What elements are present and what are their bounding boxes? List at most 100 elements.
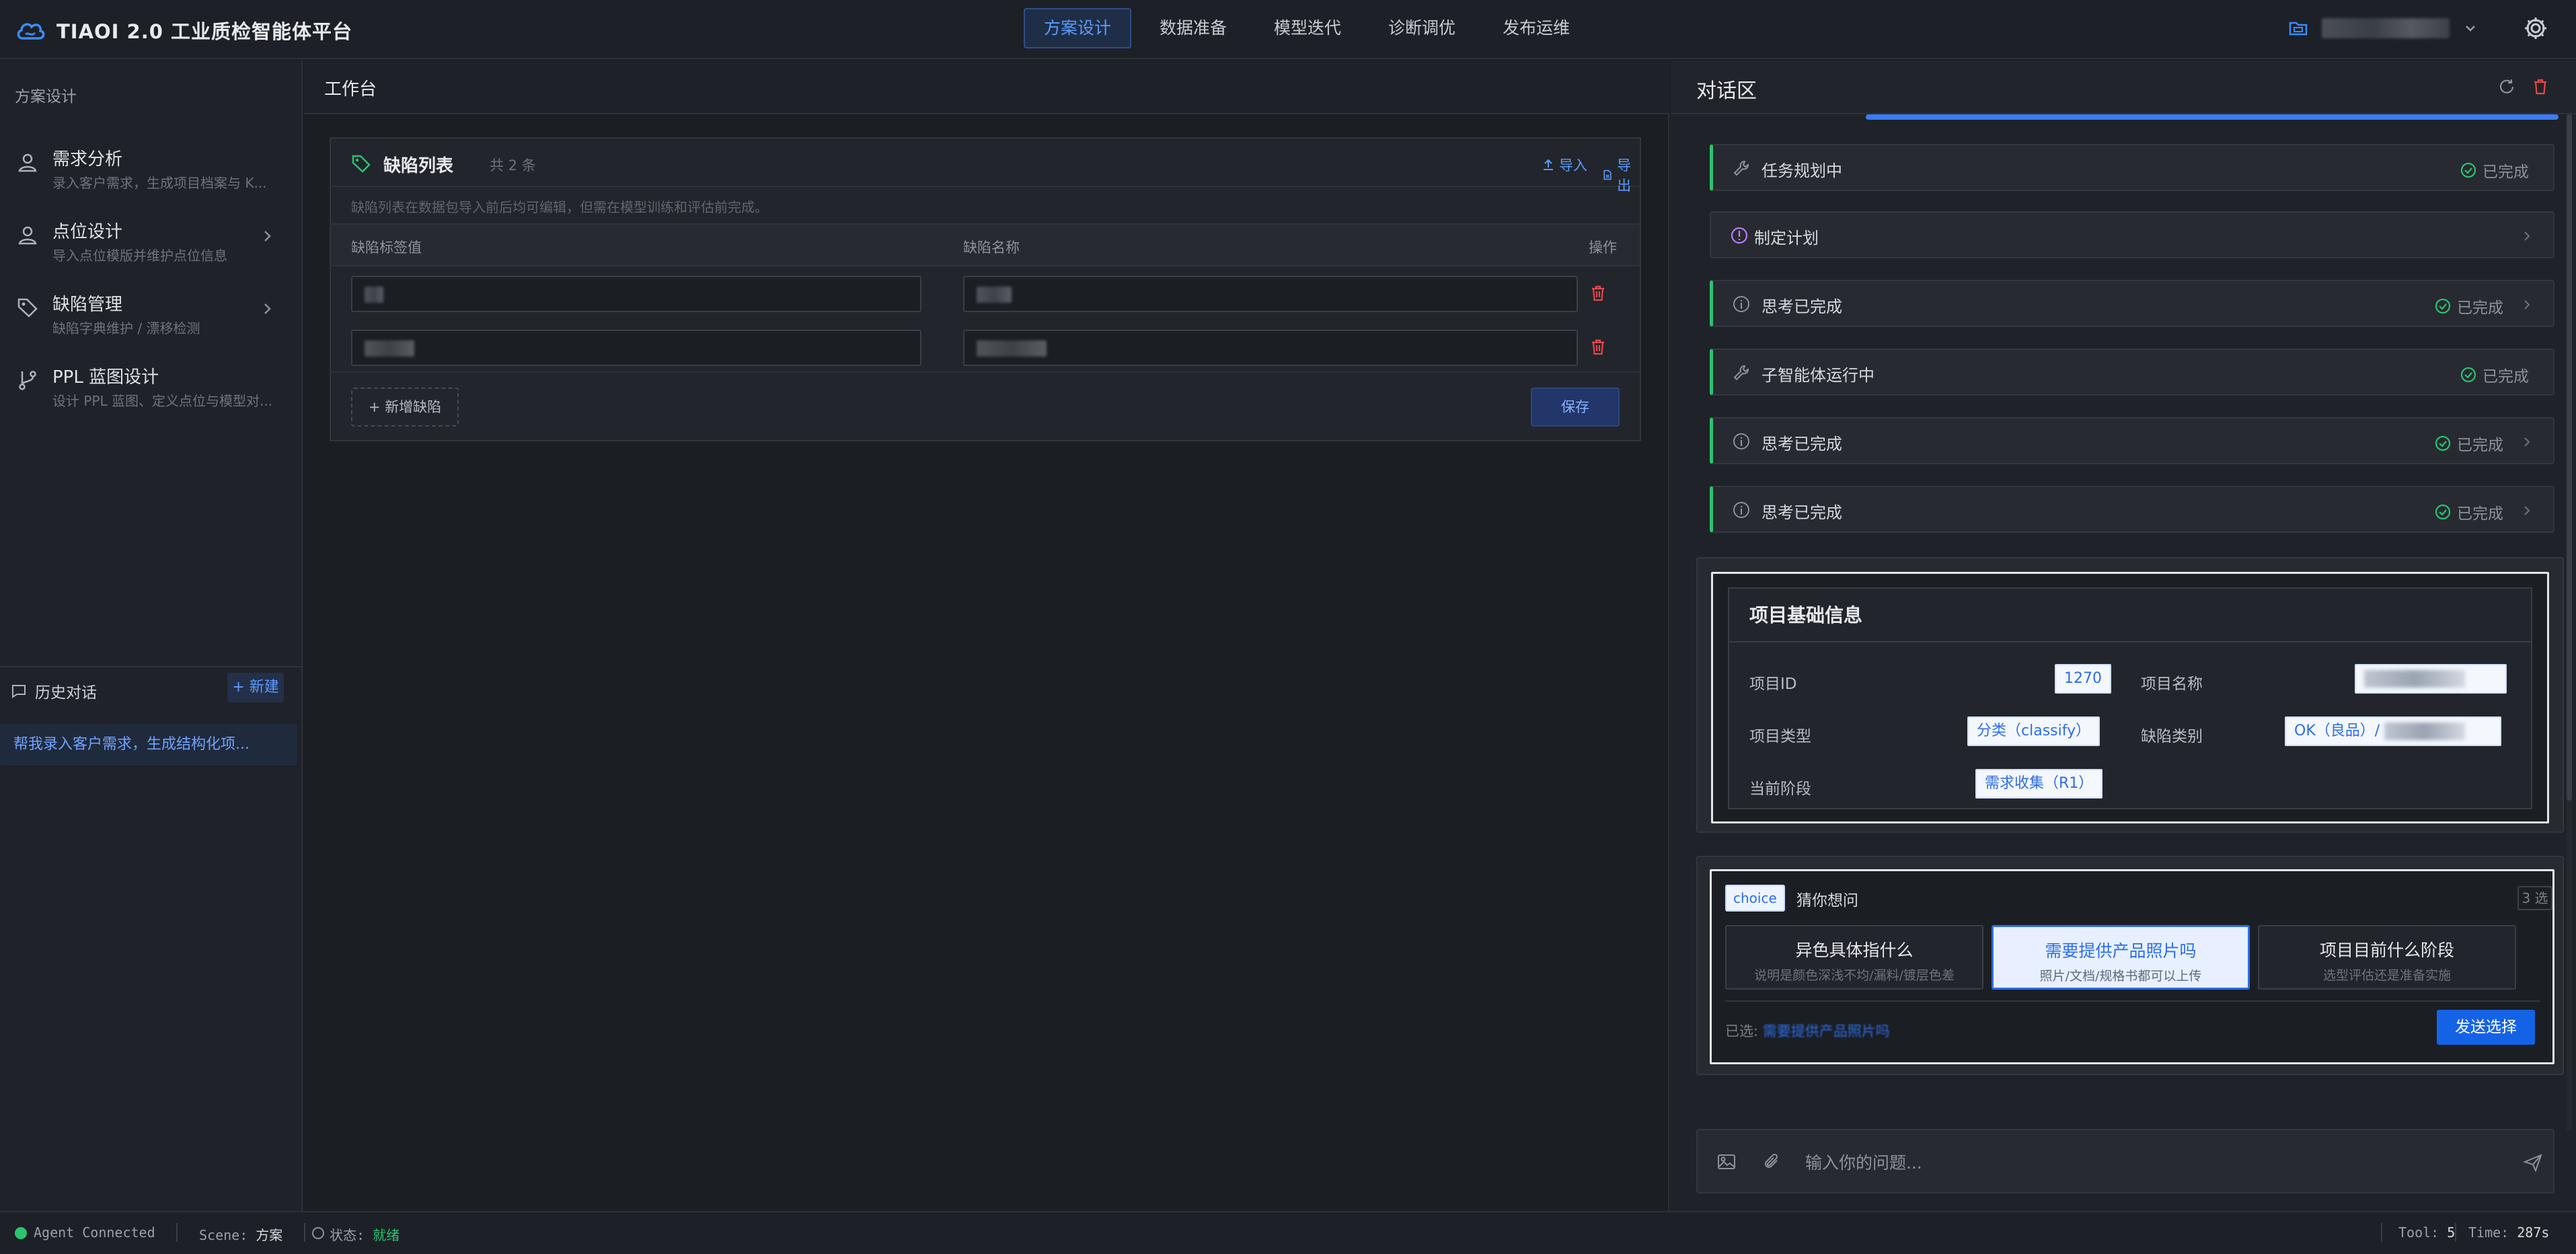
step-label: 思考已完成 xyxy=(1761,297,1842,316)
save-button[interactable]: 保存 xyxy=(1531,388,1620,427)
sidebar-item-requirement-analysis[interactable]: 需求分析 录入客户需求，生成项目档案与 K... xyxy=(0,140,301,207)
upload-icon xyxy=(1544,159,1553,170)
choice-question: 猜你想问 xyxy=(1796,892,1858,910)
workspace-header: 工作台 xyxy=(304,61,1669,114)
check-circle-icon xyxy=(2460,162,2476,178)
nav-tab-release[interactable]: 发布运维 xyxy=(1484,8,1589,48)
chat-input-bar xyxy=(1696,1129,2554,1193)
elapsed-time: Time: 287s xyxy=(2468,1224,2549,1241)
field-label: 项目名称 xyxy=(2141,675,2203,693)
redacted-value xyxy=(365,287,383,303)
step-status: 已完成 xyxy=(2460,363,2529,386)
divider xyxy=(1725,1000,2540,1002)
nav-tab-model-iteration[interactable]: 模型迭代 xyxy=(1255,8,1360,48)
state-value: 就绪 xyxy=(373,1227,400,1243)
app-logo[interactable]: TIAOI 2.0 工业质检智能体平台 xyxy=(15,16,352,44)
refresh-icon[interactable] xyxy=(2497,77,2517,97)
workspace-panel: 工作台 缺陷列表 共 2 条 导入 导出 缺陷列表在数据包导入前后均可编辑，但需… xyxy=(304,61,1669,1211)
paperclip-icon[interactable] xyxy=(1762,1152,1782,1172)
chevron-right-icon xyxy=(2524,506,2530,515)
trash-icon[interactable] xyxy=(1589,338,1607,357)
sidebar-item-desc: 录入客户需求，生成项目档案与 K... xyxy=(52,175,267,191)
project-name-value xyxy=(2355,664,2507,694)
defect-name-input[interactable] xyxy=(963,276,1578,312)
chevron-right-icon xyxy=(2524,437,2530,447)
step-label: 思考已完成 xyxy=(1761,503,1842,522)
option-desc: 选型评估还是准备实施 xyxy=(2322,968,2451,983)
add-defect-button[interactable]: + 新增缺陷 xyxy=(351,388,459,427)
history-header: 历史对话 xyxy=(11,679,97,702)
step-task-planning[interactable]: 任务规划中 已完成 xyxy=(1710,144,2554,191)
check-circle-icon xyxy=(2435,504,2451,520)
trash-icon[interactable] xyxy=(2530,77,2550,97)
scrollbar-thumb[interactable] xyxy=(2567,114,2572,801)
divider xyxy=(1729,641,2531,642)
divider xyxy=(176,1223,178,1242)
option-desc: 照片/文档/规格书都可以上传 xyxy=(2039,969,2202,984)
chevron-down-icon xyxy=(2466,26,2475,32)
agent-status: Agent Connected xyxy=(34,1224,155,1241)
gear-icon[interactable] xyxy=(2522,15,2549,42)
defect-label-input[interactable] xyxy=(351,330,921,366)
step-make-plan[interactable]: 制定计划 xyxy=(1710,211,2554,258)
chevron-right-icon xyxy=(264,303,271,314)
divider xyxy=(2455,1223,2456,1242)
option-title: 需要提供产品照片吗 xyxy=(2045,941,2197,961)
status-text: 已完成 xyxy=(2483,163,2529,181)
tag-icon xyxy=(352,155,371,173)
chevron-right-icon xyxy=(264,231,271,242)
chat-header: 对话区 xyxy=(1671,61,2576,114)
nav-tab-data-prep[interactable]: 数据准备 xyxy=(1141,8,1246,48)
choice-count: 3 选 xyxy=(2517,886,2552,910)
history-item[interactable]: 帮我录入客户需求，生成结构化项... xyxy=(0,724,297,766)
user-icon xyxy=(18,226,37,245)
chat-bubble-icon xyxy=(12,685,26,698)
sidebar-item-point-design[interactable]: 点位设计 导入点位模版并维护点位信息 xyxy=(0,213,301,280)
state-indicator-icon xyxy=(312,1227,324,1239)
trash-icon[interactable] xyxy=(1589,284,1607,303)
time-value: 287s xyxy=(2517,1224,2550,1241)
defect-name-input[interactable] xyxy=(963,330,1578,366)
sidebar-item-ppl-blueprint[interactable]: PPL 蓝图设计 设计 PPL 蓝图、定义点位与模型对... xyxy=(0,358,301,425)
defect-label-input[interactable] xyxy=(351,276,921,312)
field-label: 当前阶段 xyxy=(1749,780,1811,798)
send-icon[interactable] xyxy=(2522,1152,2544,1173)
sidebar-item-label: PPL 蓝图设计 xyxy=(52,367,159,388)
nav-tab-diagnosis[interactable]: 诊断调优 xyxy=(1369,8,1474,48)
export-button[interactable]: 导出 xyxy=(1602,155,1640,195)
step-thinking-done[interactable]: 思考已完成 已完成 xyxy=(1710,280,2554,327)
chevron-right-icon xyxy=(2524,231,2530,241)
image-upload-icon[interactable] xyxy=(1716,1152,1737,1172)
option-title: 异色具体指什么 xyxy=(1795,940,1914,960)
chevron-right-icon xyxy=(2524,300,2530,309)
choice-option-selected[interactable]: 需要提供产品照片吗 照片/文档/规格书都可以上传 xyxy=(1992,925,2250,990)
new-conversation-button[interactable]: + 新建 xyxy=(227,673,284,702)
import-button[interactable]: 导入 xyxy=(1542,155,1587,175)
chat-input[interactable] xyxy=(1805,1148,2478,1177)
step-label: 子智能体运行中 xyxy=(1761,366,1874,385)
choice-option[interactable]: 项目目前什么阶段 选型评估还是准备实施 xyxy=(2258,925,2516,990)
project-switcher[interactable] xyxy=(2288,15,2549,42)
card-footer: + 新增缺陷 保存 xyxy=(331,371,1640,441)
sidebar-item-label: 缺陷管理 xyxy=(52,295,123,315)
tool-label: Tool: xyxy=(2398,1224,2439,1241)
send-choice-button[interactable]: 发送选择 xyxy=(2437,1010,2535,1045)
step-label: 任务规划中 xyxy=(1761,161,1842,180)
field-label: 项目ID xyxy=(1749,675,1797,693)
run-state: 状态: 就绪 xyxy=(330,1224,400,1244)
git-branch-icon xyxy=(19,371,36,390)
sidebar-item-defect-management[interactable]: 缺陷管理 缺陷字典维护 / 漂移检测 xyxy=(0,285,301,353)
step-status: 已完成 xyxy=(2434,501,2503,523)
step-subagent-running[interactable]: 子智能体运行中 已完成 xyxy=(1710,348,2554,396)
current-stage-value: 需求收集（R1） xyxy=(1975,769,2103,799)
status-text: 已完成 xyxy=(2457,299,2503,317)
nav-tab-solution-design[interactable]: 方案设计 xyxy=(1024,8,1132,48)
step-thinking-done[interactable]: 思考已完成 已完成 xyxy=(1710,417,2554,464)
defect-list-card: 缺陷列表 共 2 条 导入 导出 缺陷列表在数据包导入前后均可编辑，但需在模型训… xyxy=(330,137,1641,441)
project-id-value: 1270 xyxy=(2055,664,2111,694)
tag-icon xyxy=(17,298,38,318)
project-info-message: 项目基础信息 项目ID 1270 项目名称 项目类型 分类（classify） … xyxy=(1696,557,2564,833)
project-info-card: 项目基础信息 项目ID 1270 项目名称 项目类型 分类（classify） … xyxy=(1711,572,2549,823)
choice-option[interactable]: 异色具体指什么 说明是颜色深浅不均/漏料/镀层色差 xyxy=(1725,925,1983,990)
step-thinking-done[interactable]: 思考已完成 已完成 xyxy=(1710,486,2554,533)
